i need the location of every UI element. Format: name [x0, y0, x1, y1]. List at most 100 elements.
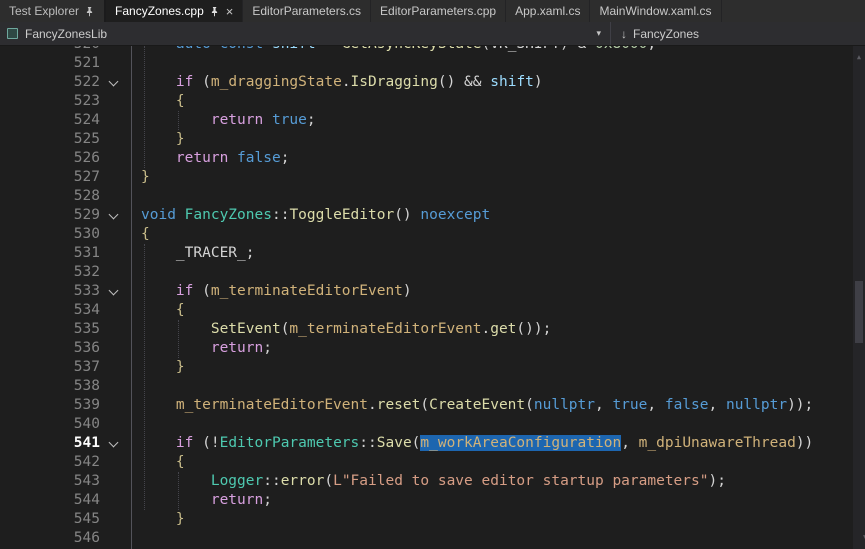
chevron-down-icon[interactable]: ▾	[596, 28, 601, 39]
code-line-542[interactable]: 542 {	[0, 453, 865, 472]
code-text: m_terminateEditorEvent.reset(CreateEvent…	[126, 396, 813, 415]
scrollbar-thumb[interactable]	[855, 281, 863, 343]
fold-column	[100, 472, 126, 491]
code-text: {	[126, 225, 150, 244]
line-number[interactable]: 546	[0, 529, 100, 548]
fold-chevron-icon[interactable]	[100, 73, 126, 92]
code-line-540[interactable]: 540	[0, 415, 865, 434]
line-number[interactable]: 530	[0, 225, 100, 244]
scope-dropdown-label: FancyZones	[633, 27, 699, 41]
code-text: return false;	[126, 149, 289, 168]
code-text	[126, 54, 141, 73]
code-text: }	[126, 358, 185, 377]
line-number[interactable]: 527	[0, 168, 100, 187]
code-line-538[interactable]: 538	[0, 377, 865, 396]
line-number[interactable]: 537	[0, 358, 100, 377]
tab-fancyzones-cpp[interactable]: FancyZones.cpp ×	[106, 0, 243, 22]
line-number[interactable]: 540	[0, 415, 100, 434]
line-number[interactable]: 536	[0, 339, 100, 358]
line-number[interactable]: 542	[0, 453, 100, 472]
code-text: Logger::error(L"Failed to save editor st…	[126, 472, 726, 491]
line-number[interactable]: 539	[0, 396, 100, 415]
visual-studio-window: { "colors": { "editor-bg": "#1E1E1E", "t…	[0, 0, 865, 549]
scope-dropdown[interactable]: ↓ FancyZones	[611, 22, 699, 45]
code-line-520[interactable]: 520 auto const shift = GetAsyncKeyState(…	[0, 46, 865, 54]
code-line-539[interactable]: 539 m_terminateEditorEvent.reset(CreateE…	[0, 396, 865, 415]
tab-editorparameters-cs[interactable]: EditorParameters.cs	[243, 0, 371, 22]
line-number[interactable]: 521	[0, 54, 100, 73]
scrollbar-up-icon[interactable]: ▲	[853, 48, 865, 67]
tab-label: Test Explorer	[9, 4, 79, 18]
line-number[interactable]: 545	[0, 510, 100, 529]
code-line-537[interactable]: 537 }	[0, 358, 865, 377]
code-line-522[interactable]: 522 if (m_draggingState.IsDragging() && …	[0, 73, 865, 92]
code-line-529[interactable]: 529void FancyZones::ToggleEditor() noexc…	[0, 206, 865, 225]
line-number[interactable]: 524	[0, 111, 100, 130]
fold-column	[100, 320, 126, 339]
fold-column	[100, 130, 126, 149]
line-number[interactable]: 538	[0, 377, 100, 396]
code-line-523[interactable]: 523 {	[0, 92, 865, 111]
line-number[interactable]: 523	[0, 92, 100, 111]
code-text: return;	[126, 339, 272, 358]
fold-chevron-icon[interactable]	[100, 206, 126, 225]
tab-test-explorer[interactable]: Test Explorer	[0, 0, 106, 22]
tab-mainwindow-xaml-cs[interactable]: MainWindow.xaml.cs	[590, 0, 721, 22]
code-line-524[interactable]: 524 return true;	[0, 111, 865, 130]
code-line-536[interactable]: 536 return;	[0, 339, 865, 358]
code-line-545[interactable]: 545 }	[0, 510, 865, 529]
selected-text: m_workAreaConfiguration	[420, 435, 621, 451]
code-line-546[interactable]: 546	[0, 529, 865, 548]
line-number[interactable]: 525	[0, 130, 100, 149]
line-number[interactable]: 529	[0, 206, 100, 225]
tab-label: FancyZones.cpp	[115, 4, 204, 18]
code-line-530[interactable]: 530 {	[0, 225, 865, 244]
line-number[interactable]: 531	[0, 244, 100, 263]
line-number[interactable]: 534	[0, 301, 100, 320]
code-text	[126, 263, 141, 282]
line-number[interactable]: 526	[0, 149, 100, 168]
line-number[interactable]: 522	[0, 73, 100, 92]
line-number[interactable]: 528	[0, 187, 100, 206]
line-number[interactable]: 533	[0, 282, 100, 301]
tab-app-xaml-cs[interactable]: App.xaml.cs	[506, 0, 590, 22]
code-line-531[interactable]: 531 _TRACER_;	[0, 244, 865, 263]
code-line-525[interactable]: 525 }	[0, 130, 865, 149]
code-editor[interactable]: 520 auto const shift = GetAsyncKeyState(…	[0, 46, 865, 549]
code-line-527[interactable]: 527}	[0, 168, 865, 187]
navigate-down-icon: ↓	[621, 27, 627, 41]
code-line-533[interactable]: 533 if (m_terminateEditorEvent)	[0, 282, 865, 301]
code-line-528[interactable]: 528	[0, 187, 865, 206]
tab-editorparameters-cpp[interactable]: EditorParameters.cpp	[371, 0, 506, 22]
fold-column	[100, 301, 126, 320]
fold-chevron-icon[interactable]	[100, 434, 126, 453]
code-line-526[interactable]: 526 return false;	[0, 149, 865, 168]
line-number[interactable]: 541	[0, 434, 100, 453]
code-line-544[interactable]: 544 return;	[0, 491, 865, 510]
pin-icon[interactable]	[209, 6, 220, 17]
code-line-532[interactable]: 532	[0, 263, 865, 282]
code-area[interactable]: 520 auto const shift = GetAsyncKeyState(…	[0, 46, 865, 548]
line-number[interactable]: 535	[0, 320, 100, 339]
fold-chevron-icon[interactable]	[100, 282, 126, 301]
line-number[interactable]: 520	[0, 46, 100, 54]
code-text: }	[126, 510, 185, 529]
tab-label: App.xaml.cs	[515, 4, 580, 18]
code-line-521[interactable]: 521	[0, 54, 865, 73]
line-number[interactable]: 532	[0, 263, 100, 282]
project-dropdown[interactable]: FancyZonesLib ▾	[0, 22, 610, 45]
fold-column	[100, 149, 126, 168]
code-line-535[interactable]: 535 SetEvent(m_terminateEditorEvent.get(…	[0, 320, 865, 339]
fold-column	[100, 54, 126, 73]
vertical-scrollbar[interactable]: ▲ ▼	[853, 46, 865, 549]
code-text: return true;	[126, 111, 316, 130]
code-line-534[interactable]: 534 {	[0, 301, 865, 320]
pin-icon[interactable]	[84, 6, 95, 17]
line-number[interactable]: 543	[0, 472, 100, 491]
code-line-543[interactable]: 543 Logger::error(L"Failed to save edito…	[0, 472, 865, 491]
code-line-541[interactable]: 541 if (!EditorParameters::Save(m_workAr…	[0, 434, 865, 453]
line-number[interactable]: 544	[0, 491, 100, 510]
fold-column	[100, 168, 126, 187]
tab-bar: Test Explorer FancyZones.cpp × EditorPar…	[0, 0, 865, 22]
close-icon[interactable]: ×	[226, 5, 234, 18]
